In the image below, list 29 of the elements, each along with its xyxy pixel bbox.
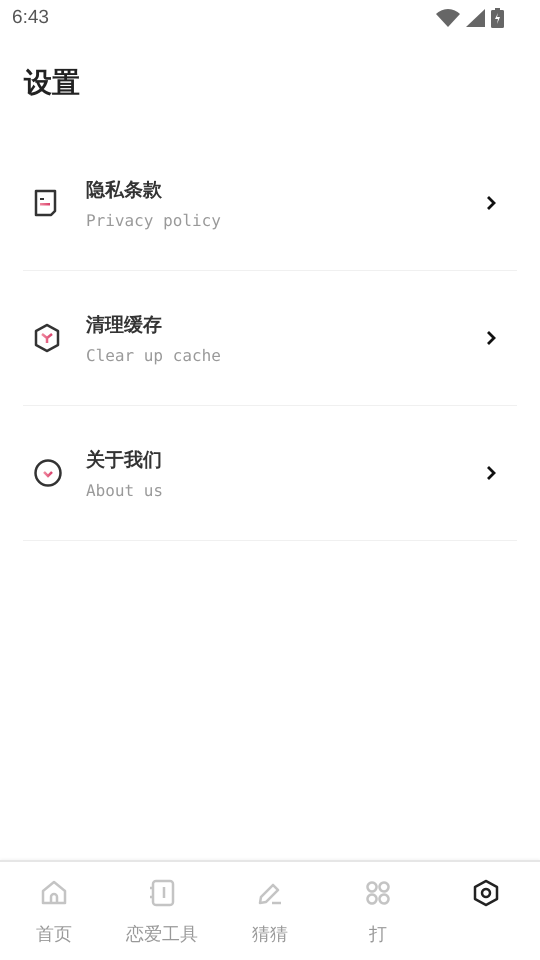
signal-icon xyxy=(466,9,485,27)
tab-label: 首页 xyxy=(36,923,72,946)
row-title: 清理缓存 xyxy=(86,312,162,338)
wifi-icon xyxy=(436,9,460,27)
nav-tab[interactable]: 猜猜 xyxy=(216,862,324,960)
note-icon xyxy=(33,189,59,217)
chevron-icon xyxy=(485,195,497,211)
row-title: 隐私条款 xyxy=(86,178,162,202)
notebook-icon xyxy=(147,878,177,908)
battery-icon xyxy=(491,8,504,28)
settings-icon xyxy=(471,878,501,908)
settings-row[interactable]: 清理缓存 Clear up cache xyxy=(23,271,517,406)
row-subtitle: Privacy policy xyxy=(86,210,221,230)
row-subtitle: Clear up cache xyxy=(86,346,221,364)
nav-tab[interactable]: 打 xyxy=(324,862,432,960)
chevron-icon xyxy=(485,465,497,481)
settings-row[interactable]: 隐私条款 Privacy policy xyxy=(23,136,517,271)
nav-tab[interactable]: 恋爱工具 xyxy=(108,862,216,960)
hexagon-icon xyxy=(33,323,61,353)
row-title: 关于我们 xyxy=(86,448,162,472)
page-title: 设置 xyxy=(24,65,80,101)
tab-label: 恋爱工具 xyxy=(126,923,198,946)
tab-label: 猜猜 xyxy=(252,923,288,946)
status-time: 6:43 xyxy=(12,7,49,29)
tab-label: 打 xyxy=(369,923,387,946)
row-subtitle: About us xyxy=(86,480,164,500)
chevron-icon xyxy=(485,330,497,346)
settings-row[interactable]: 关于我们 About us xyxy=(23,406,517,541)
nav-tab[interactable]: 首页 xyxy=(0,862,108,960)
